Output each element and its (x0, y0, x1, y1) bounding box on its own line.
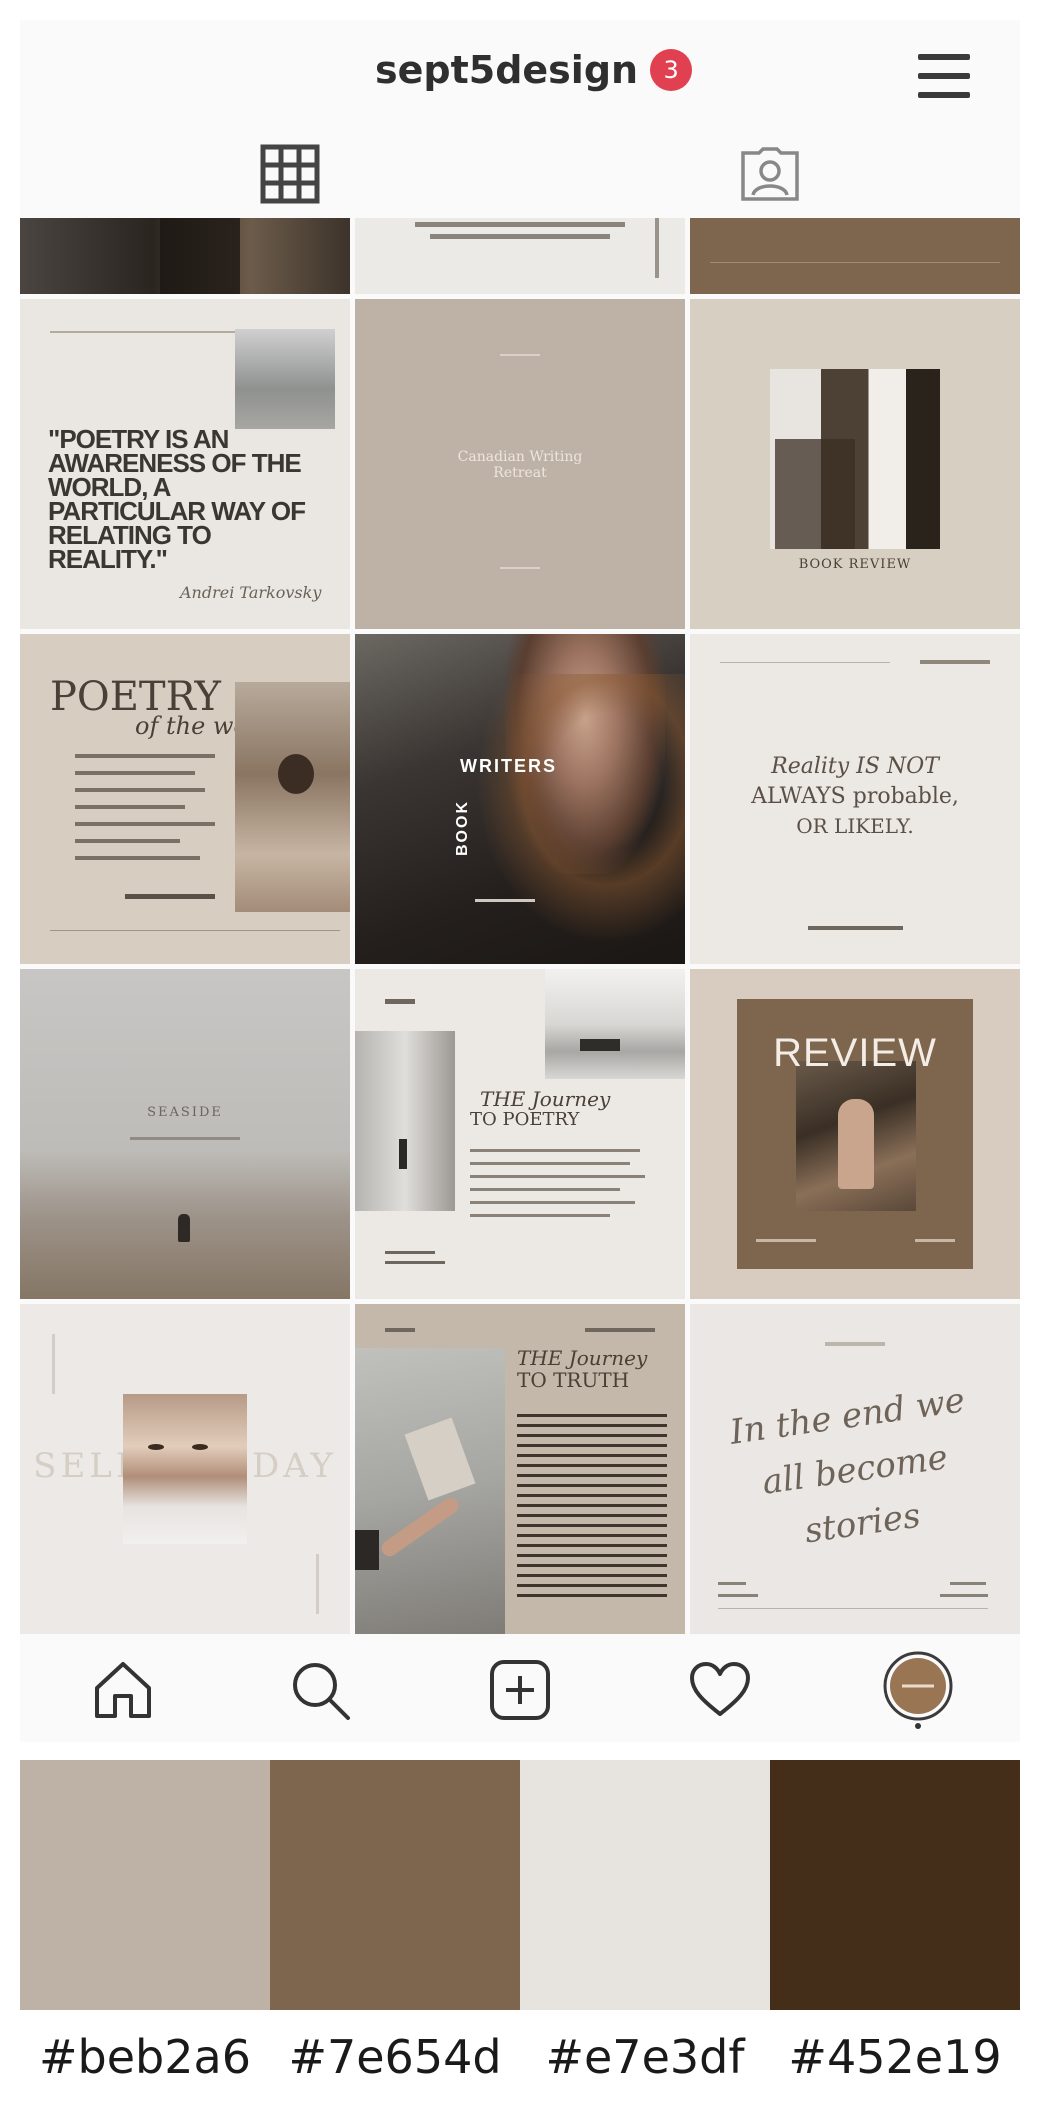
hamburger-menu-icon[interactable] (918, 54, 970, 98)
swatch-brown (270, 1760, 520, 2010)
post-journey-to-poetry[interactable]: THE Journey TO POETRY (355, 969, 685, 1299)
book-review-title: BOOK REVIEW (798, 557, 912, 572)
post-self-sunday[interactable]: SELF SUNDAY (20, 1304, 350, 1634)
notification-badge[interactable]: 3 (650, 49, 693, 91)
journey-truth-line-1: THE Journey (517, 1346, 648, 1370)
writers-side-label: BOOK (454, 800, 471, 856)
search-icon (293, 1663, 350, 1720)
journey-poetry-line-1: THE Journey (480, 1087, 611, 1111)
journey-truth-line-2: TO TRUTH (517, 1368, 630, 1392)
home-icon (95, 1662, 151, 1718)
profile-avatar (883, 1651, 953, 1729)
grid-icon (260, 144, 320, 204)
review-title: REVIEW (773, 1031, 937, 1075)
post-tile[interactable] (690, 218, 1020, 294)
nav-home[interactable] (85, 1652, 161, 1728)
post-writers-photo[interactable]: WRITERS BOOK (355, 634, 685, 964)
swatch-beige (20, 1760, 270, 2010)
post-script-quote[interactable]: In the end we all become stories (690, 1304, 1020, 1634)
reality-line-3: OR LIKELY. (796, 814, 914, 838)
post-poetry-of-week[interactable]: POETRY of the week (20, 634, 350, 964)
post-quote-tarkovsky[interactable]: "POETRY IS AN AWARENESS OF THE WORLD, A … (20, 299, 350, 629)
script-quote-text: In the end we all become stories (727, 1380, 968, 1552)
username: sept5design (375, 48, 639, 92)
journey-poetry-line-2: TO POETRY (470, 1109, 580, 1130)
post-tile[interactable] (355, 218, 685, 294)
color-code: #7e654d (288, 2030, 502, 2084)
heart-icon (690, 1662, 750, 1716)
instagram-profile-screen: sept5design 3 "POETRY IS AN AWARENESS OF… (20, 20, 1020, 1742)
profile-header: sept5design 3 (20, 20, 1020, 120)
tab-tagged[interactable] (710, 130, 830, 218)
nav-activity[interactable] (682, 1652, 758, 1728)
post-tile[interactable]: Canadian Writing Retreat (355, 299, 685, 629)
color-code: #e7e3df (545, 2030, 745, 2084)
nav-add-post[interactable] (482, 1652, 558, 1728)
seaside-label: SEASIDE (147, 1105, 223, 1120)
reality-line-1: Reality IS NOT (771, 754, 939, 779)
color-codes: #beb2a6 #7e654d #e7e3df #452e19 (20, 2030, 1020, 2100)
color-code: #452e19 (788, 2030, 1002, 2084)
post-tile[interactable] (20, 218, 350, 294)
color-palette (20, 1760, 1020, 2010)
writers-label: WRITERS (460, 756, 557, 776)
profile-tabs (20, 130, 1020, 218)
post-review[interactable]: REVIEW (690, 969, 1020, 1299)
post-label: Canadian Writing Retreat (457, 449, 583, 481)
post-reality-quote[interactable]: Reality IS NOT ALWAYS probable, OR LIKEL… (690, 634, 1020, 964)
color-code: #beb2a6 (39, 2030, 251, 2084)
post-book-review[interactable]: BOOK REVIEW (690, 299, 1020, 629)
nav-profile[interactable] (880, 1651, 956, 1729)
tab-grid[interactable] (230, 130, 350, 218)
post-grid: "POETRY IS AN AWARENESS OF THE WORLD, A … (20, 218, 1020, 1634)
quote-author: Andrei Tarkovsky (180, 583, 322, 602)
tagged-icon (741, 147, 799, 201)
nav-search[interactable] (282, 1652, 358, 1728)
swatch-dark (770, 1760, 1020, 2010)
bottom-navigation (20, 1634, 1020, 1742)
add-post-icon (490, 1660, 550, 1720)
post-seaside-photo[interactable]: SEASIDE (20, 969, 350, 1299)
reality-line-2: ALWAYS probable, (751, 784, 959, 809)
swatch-light (520, 1760, 770, 2010)
username-bar[interactable]: sept5design 3 (375, 42, 693, 98)
post-journey-to-truth[interactable]: THE Journey TO TRUTH (355, 1304, 685, 1634)
quote-text: "POETRY IS AN AWARENESS OF THE WORLD, A … (48, 424, 306, 574)
